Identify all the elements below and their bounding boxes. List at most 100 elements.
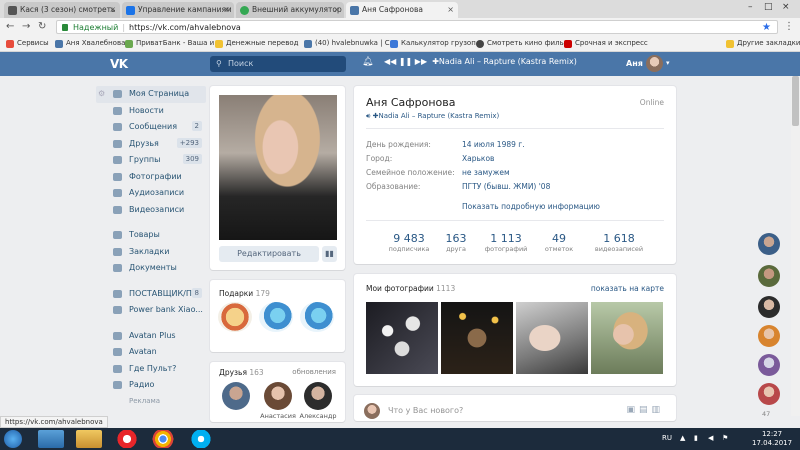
header-avatar[interactable] bbox=[646, 55, 663, 72]
folder-icon[interactable] bbox=[76, 430, 102, 448]
menu-item-goods[interactable]: Товары bbox=[96, 227, 206, 244]
volume-icon[interactable]: ◀ bbox=[708, 434, 713, 442]
bookmark-item[interactable]: Смотреть кино филь bbox=[476, 39, 564, 48]
profile-status[interactable]: 🔊︎ ✚Nadia Ali – Rapture (Kastra Remix) bbox=[366, 112, 499, 121]
city-value[interactable]: Харьков bbox=[462, 154, 494, 163]
profile-photo[interactable] bbox=[219, 95, 337, 240]
menu-item-messages[interactable]: Сообщения 2 bbox=[96, 119, 206, 136]
window-close-icon[interactable]: × bbox=[782, 2, 790, 12]
bookmark-item[interactable]: Сервисы bbox=[6, 39, 49, 48]
back-icon[interactable]: ← bbox=[6, 21, 14, 32]
edit-profile-button[interactable]: Редактировать bbox=[219, 246, 319, 262]
relationship-value[interactable]: не замужем bbox=[462, 168, 510, 177]
header-user-name[interactable]: Аня bbox=[626, 59, 643, 68]
vk-logo[interactable]: VK bbox=[110, 57, 128, 71]
skype-icon[interactable] bbox=[188, 430, 214, 448]
new-post-input[interactable]: Что у Вас нового? bbox=[388, 406, 463, 415]
tray-arrow-icon[interactable]: ▲ bbox=[680, 434, 685, 442]
menu-item-bookmarks[interactable]: Закладки bbox=[96, 244, 206, 261]
friend-name[interactable]: Анастасия bbox=[258, 412, 298, 420]
menu-item-photos[interactable]: Фотографии bbox=[96, 169, 206, 186]
menu-item-video[interactable]: Видеозаписи bbox=[96, 202, 206, 219]
gear-icon[interactable]: ⚙ bbox=[98, 89, 105, 98]
maximize-icon[interactable]: □ bbox=[764, 2, 773, 12]
stats-icon[interactable]: ▮▮ bbox=[322, 246, 337, 262]
stat-friends[interactable]: 163 друга bbox=[436, 232, 476, 253]
fast-chat-avatar[interactable] bbox=[758, 325, 780, 347]
menu-item-app[interactable]: Avatan bbox=[96, 344, 206, 361]
menu-item-audio[interactable]: Аудиозаписи bbox=[96, 185, 206, 202]
explorer-icon[interactable] bbox=[38, 430, 64, 448]
browser-tab-2[interactable]: Управление кампаниям × bbox=[122, 2, 234, 18]
stat-followers[interactable]: 9 483 подписчика bbox=[384, 232, 434, 253]
education-value[interactable]: ПГТУ (бывш. ЖМИ) '08 bbox=[462, 182, 550, 191]
fast-chat-avatar[interactable] bbox=[758, 265, 780, 287]
menu-item-documents[interactable]: Документы bbox=[96, 260, 206, 277]
photo-thumbnail[interactable] bbox=[441, 302, 513, 374]
fast-chat-count[interactable]: 47 bbox=[762, 410, 770, 418]
search-input[interactable]: ⚲ Поиск bbox=[210, 56, 346, 72]
photo-thumbnail[interactable] bbox=[366, 302, 438, 374]
browser-tab-active[interactable]: Аня Сафронова × bbox=[346, 2, 458, 18]
minimize-icon[interactable]: – bbox=[748, 2, 753, 12]
friend-avatar[interactable] bbox=[264, 382, 292, 410]
bookmark-item[interactable]: Денежные перевод bbox=[215, 39, 298, 48]
audio-player[interactable]: ◀◀ ❚❚ ▶▶ ✚Nadia Ali – Rapture (Kastra Re… bbox=[384, 57, 577, 66]
fast-chat-avatar[interactable] bbox=[758, 233, 780, 255]
menu-item-community[interactable]: ПОСТАВЩИК/П... 8 bbox=[96, 286, 206, 303]
post-attachment-icons[interactable]: ▣▤▥ bbox=[626, 405, 664, 415]
show-on-map-link[interactable]: показать на карте bbox=[591, 284, 664, 293]
tab-close-icon[interactable]: × bbox=[333, 5, 340, 14]
browser-tab-3[interactable]: Внешний аккумулятор д × bbox=[236, 2, 344, 18]
gift-planet-icon[interactable] bbox=[259, 302, 293, 332]
photo-thumbnail[interactable] bbox=[516, 302, 588, 374]
fast-chat-avatar[interactable] bbox=[758, 383, 780, 405]
menu-item-news[interactable]: Новости bbox=[96, 103, 206, 120]
menu-item-groups[interactable]: Группы 309 bbox=[96, 152, 206, 169]
menu-item-community[interactable]: Power bank Xiao... bbox=[96, 302, 206, 319]
stat-photos[interactable]: 1 113 фотографий bbox=[478, 232, 534, 253]
menu-item-friends[interactable]: Друзья +293 bbox=[96, 136, 206, 153]
menu-item-my-page[interactable]: ⚙ Моя Страница bbox=[96, 86, 206, 103]
stat-videos[interactable]: 1 618 видеозаписей bbox=[586, 232, 652, 253]
friend-avatar[interactable] bbox=[304, 382, 332, 410]
scrollbar-thumb[interactable] bbox=[792, 76, 799, 126]
tab-close-icon[interactable]: × bbox=[223, 5, 230, 14]
chevron-down-icon[interactable]: ▾ bbox=[666, 59, 670, 67]
opera-icon[interactable] bbox=[114, 430, 140, 448]
show-more-info-link[interactable]: Показать подробную информацию bbox=[462, 202, 600, 211]
birthday-value[interactable]: 14 июля 1989 г. bbox=[462, 140, 525, 149]
gifts-header[interactable]: Подарки 179 bbox=[219, 289, 270, 298]
bookmark-star-icon[interactable]: ★ bbox=[762, 22, 771, 33]
gift-cake-icon[interactable] bbox=[218, 302, 252, 332]
chrome-menu-icon[interactable]: ⋮ bbox=[784, 21, 794, 32]
bookmark-item[interactable]: Аня Хвалебнова bbox=[55, 39, 125, 48]
url-input[interactable]: Надежный | https://vk.com/ahvalebnova ★ bbox=[56, 20, 778, 34]
notifications-bell-icon[interactable]: 🔔︎ bbox=[362, 57, 373, 67]
photos-header[interactable]: Мои фотографии 1113 bbox=[366, 284, 455, 293]
tab-close-icon[interactable]: × bbox=[447, 5, 454, 14]
tab-close-icon[interactable]: × bbox=[109, 5, 116, 14]
flag-icon[interactable]: ⚑ bbox=[722, 434, 728, 442]
reload-icon[interactable]: ↻ bbox=[38, 21, 46, 32]
menu-item-app[interactable]: Радио bbox=[96, 377, 206, 394]
language-indicator[interactable]: RU bbox=[662, 434, 672, 442]
browser-tab-1[interactable]: Кася (3 сезон) смотреть × bbox=[4, 2, 120, 18]
photo-thumbnail[interactable] bbox=[591, 302, 663, 374]
friends-updates-link[interactable]: обновления bbox=[292, 368, 336, 376]
bookmark-item[interactable]: (40) hvalebnuwka | С bbox=[304, 39, 390, 48]
clock[interactable]: 12:27 17.04.2017 bbox=[752, 430, 792, 448]
network-icon[interactable]: ▮ bbox=[694, 434, 698, 442]
stat-tags[interactable]: 49 отметок bbox=[536, 232, 582, 253]
bookmark-item[interactable]: Другие закладки bbox=[726, 39, 800, 48]
scrollbar[interactable] bbox=[791, 76, 800, 416]
fast-chat-avatar[interactable] bbox=[758, 354, 780, 376]
bookmark-item[interactable]: Калькулятор грузоп bbox=[390, 39, 476, 48]
friends-header[interactable]: Друзья 163 bbox=[219, 368, 264, 377]
friend-avatar[interactable] bbox=[222, 382, 250, 410]
menu-item-app[interactable]: Где Пульт? bbox=[96, 361, 206, 378]
ads-label[interactable]: Реклама bbox=[96, 394, 206, 411]
menu-item-app[interactable]: Avatan Plus bbox=[96, 328, 206, 345]
start-button[interactable] bbox=[4, 430, 22, 448]
friend-name[interactable]: Александр bbox=[298, 412, 338, 420]
